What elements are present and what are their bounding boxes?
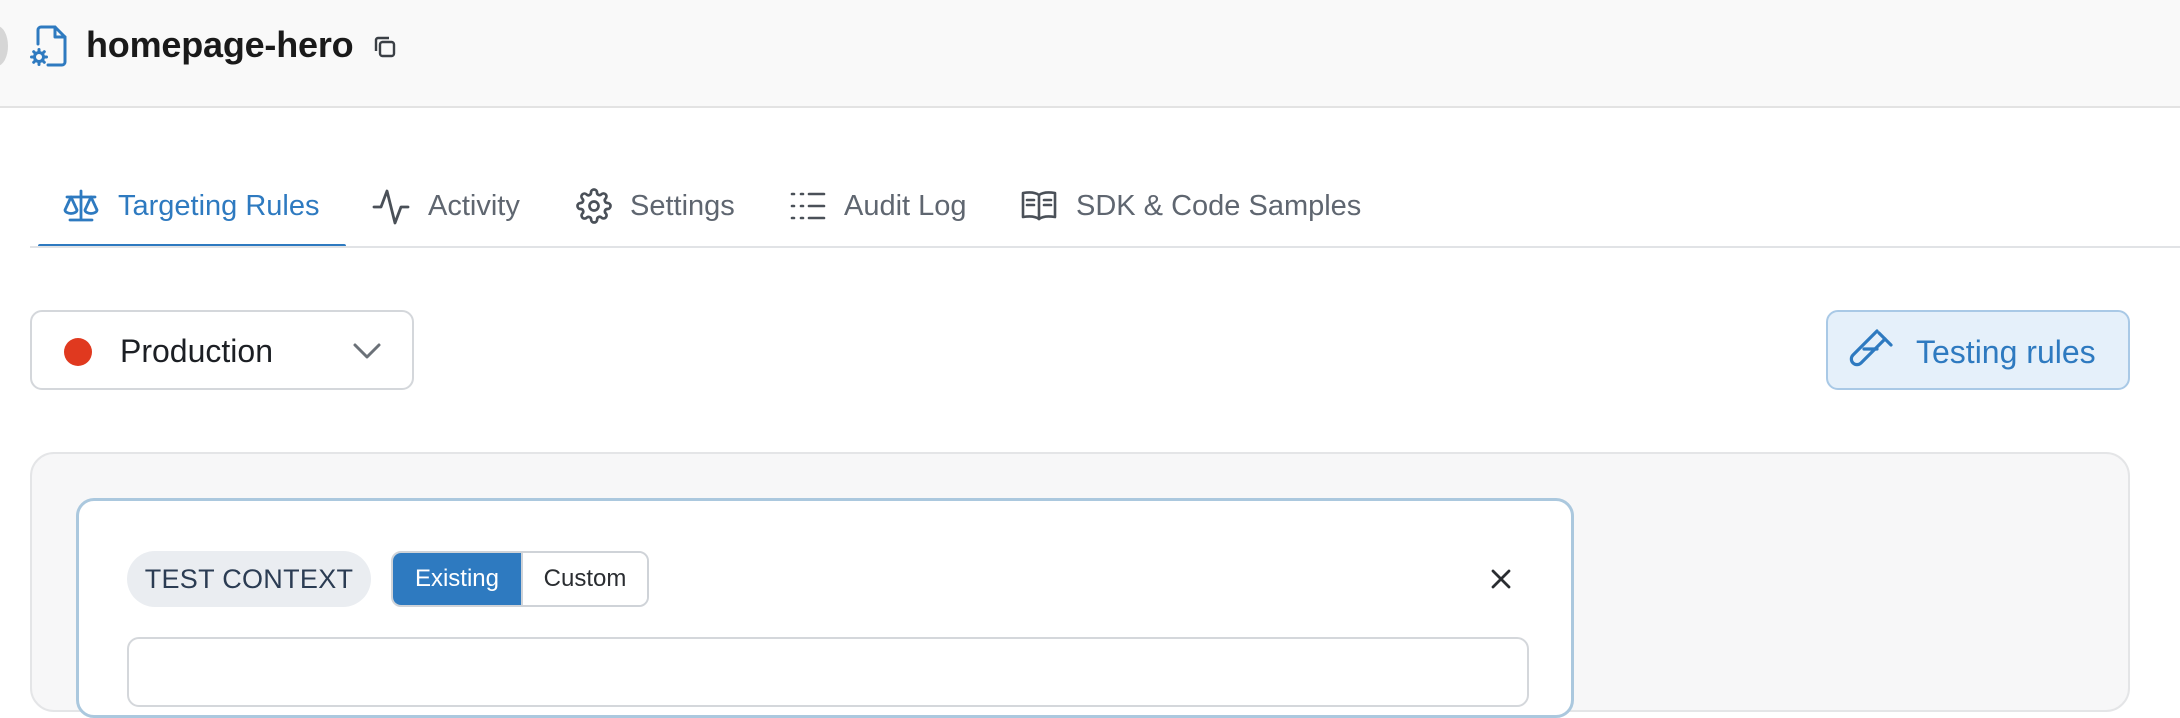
tab-targeting-rules[interactable]: Targeting Rules — [62, 178, 320, 234]
gear-icon — [576, 188, 612, 224]
testing-rules-label: Testing rules — [1916, 334, 2096, 370]
tab-label: Activity — [428, 189, 520, 222]
tabs-divider — [30, 246, 2180, 248]
testing-panel: TEST CONTEXT Existing Custom — [30, 452, 2130, 718]
segment-existing[interactable]: Existing — [393, 553, 521, 605]
close-icon[interactable] — [1487, 565, 1515, 593]
sidebar-edge-handle[interactable] — [0, 26, 8, 66]
copy-icon[interactable] — [372, 34, 398, 60]
environment-label: Production — [120, 333, 273, 369]
tab-activity[interactable]: Activity — [372, 178, 520, 234]
tab-label: Targeting Rules — [118, 189, 320, 222]
test-context-card: TEST CONTEXT Existing Custom — [76, 498, 1574, 718]
file-gear-icon — [30, 25, 67, 67]
scale-icon — [63, 189, 99, 222]
environment-status-dot — [64, 338, 92, 366]
tab-label: Audit Log — [844, 189, 967, 222]
test-tube-icon — [1849, 329, 1893, 367]
flag-title: homepage-hero — [86, 24, 354, 65]
list-icon — [790, 192, 826, 220]
chevron-down-icon — [353, 343, 381, 359]
context-select-field[interactable] — [127, 637, 1529, 707]
book-icon — [1021, 191, 1057, 221]
tab-label: Settings — [630, 189, 735, 222]
flag-header: homepage-hero — [0, 0, 2180, 108]
segment-custom[interactable]: Custom — [521, 553, 647, 605]
tab-sdk-code-samples[interactable]: SDK & Code Samples — [1020, 178, 1361, 234]
environment-select[interactable]: Production — [30, 310, 414, 390]
tab-settings[interactable]: Settings — [576, 178, 735, 234]
context-mode-toggle: Existing Custom — [391, 551, 649, 607]
tab-label: SDK & Code Samples — [1076, 189, 1362, 222]
flag-tabs: Targeting Rules Activity Settings Audit … — [0, 150, 2180, 248]
tab-audit-log[interactable]: Audit Log — [790, 178, 967, 234]
testing-rules-button[interactable]: Testing rules — [1826, 310, 2130, 390]
activity-icon — [372, 189, 410, 225]
test-context-badge: TEST CONTEXT — [127, 551, 371, 607]
